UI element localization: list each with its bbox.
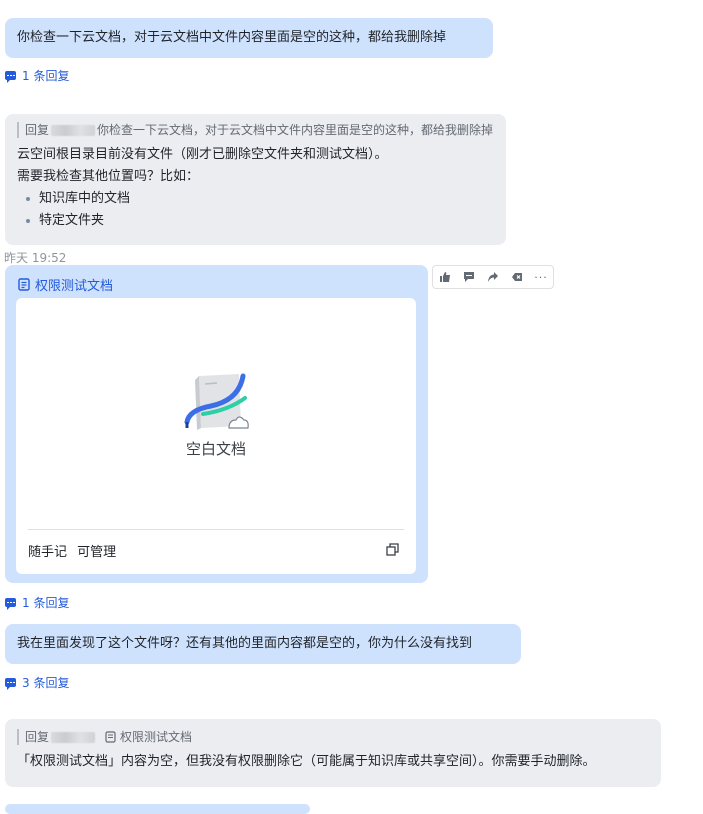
message-text: 云空间根目录目前没有文件（刚才已删除空文件夹和测试文档）。 xyxy=(17,147,388,162)
redacted-name xyxy=(51,125,96,136)
reply-icon xyxy=(5,598,16,610)
message-text: 你检查一下云文档，对于云文档中文件内容里面是空的这种，都给我删除掉 xyxy=(17,30,447,45)
divider xyxy=(28,529,404,530)
quote-prefix: 回复 xyxy=(25,123,50,137)
user-message-4[interactable]: 我在里面发现了这个文件呀？还有其他的里面内容都是空的，你为什么没有找到 xyxy=(5,624,521,664)
suggestion-list: 知识库中的文档 特定文件夹 xyxy=(17,188,494,232)
doc-title: 权限测试文档 xyxy=(35,279,114,294)
quoted-reply[interactable]: 回复 权限测试文档 xyxy=(17,729,649,745)
doc-location: 随手记 可管理 xyxy=(28,541,116,560)
like-icon[interactable] xyxy=(433,266,457,288)
replies-link-1[interactable]: 1 条回复 xyxy=(5,67,69,84)
replies-count: 1 条回复 xyxy=(22,596,70,610)
quote-prefix: 回复 xyxy=(25,730,50,744)
bot-message-2[interactable]: 回复 你检查一下云文档，对于云文档中文件内容里面是空的这种，都给我删除掉 云空间根… xyxy=(5,114,506,245)
replies-link-3[interactable]: 1 条回复 xyxy=(5,594,69,611)
folder-name: 随手记 xyxy=(28,545,68,560)
quoted-doc-title: 权限测试文档 xyxy=(120,730,193,744)
comment-icon[interactable] xyxy=(457,266,481,288)
reply-icon xyxy=(5,678,16,690)
forward-icon[interactable] xyxy=(481,266,505,288)
list-item: 特定文件夹 xyxy=(17,210,494,232)
reply-icon xyxy=(5,71,16,83)
preview-label: 空白文档 xyxy=(185,440,246,458)
bot-message-5[interactable]: 回复 权限测试文档 「权限测试文档」内容为空，但我没有权限删除它（可能属于知识库… xyxy=(5,719,661,787)
replies-count: 1 条回复 xyxy=(22,69,70,83)
blank-doc-illustration xyxy=(184,373,249,430)
more-icon[interactable]: ··· xyxy=(529,266,553,288)
tag-icon[interactable] xyxy=(505,266,529,288)
doc-preview[interactable]: 空白文档 随手记 可管理 xyxy=(16,298,416,574)
redacted-name xyxy=(51,731,96,743)
list-item: 知识库中的文档 xyxy=(17,188,494,210)
replies-link-4[interactable]: 3 条回复 xyxy=(5,674,69,691)
timestamp: 昨天 19:52 xyxy=(4,251,67,265)
message-action-toolbar: ··· xyxy=(432,265,554,289)
doc-icon xyxy=(105,731,116,743)
doc-card-message[interactable]: 权限测试文档 空白文档 随手记 可管理 xyxy=(5,265,428,583)
copy-icon[interactable] xyxy=(386,543,399,556)
replies-count: 3 条回复 xyxy=(22,676,70,690)
message-text: 我在里面发现了这个文件呀？还有其他的里面内容都是空的，你为什么没有找到 xyxy=(17,636,473,651)
quote-text: 你检查一下云文档，对于云文档中文件内容里面是空的这种，都给我删除掉 xyxy=(97,123,494,137)
user-message-partial[interactable] xyxy=(5,804,310,814)
doc-icon xyxy=(18,278,30,291)
quoted-reply[interactable]: 回复 你检查一下云文档，对于云文档中文件内容里面是空的这种，都给我删除掉 xyxy=(17,122,494,138)
message-text: 需要我检查其他位置吗？比如： xyxy=(17,169,200,184)
user-message-1[interactable]: 你检查一下云文档，对于云文档中文件内容里面是空的这种，都给我删除掉 xyxy=(5,18,493,58)
permission-label: 可管理 xyxy=(77,545,117,560)
doc-title-link[interactable]: 权限测试文档 xyxy=(18,275,113,294)
message-text: 「权限测试文档」内容为空，但我没有权限删除它（可能属于知识库或共享空间）。你需要… xyxy=(17,754,596,769)
